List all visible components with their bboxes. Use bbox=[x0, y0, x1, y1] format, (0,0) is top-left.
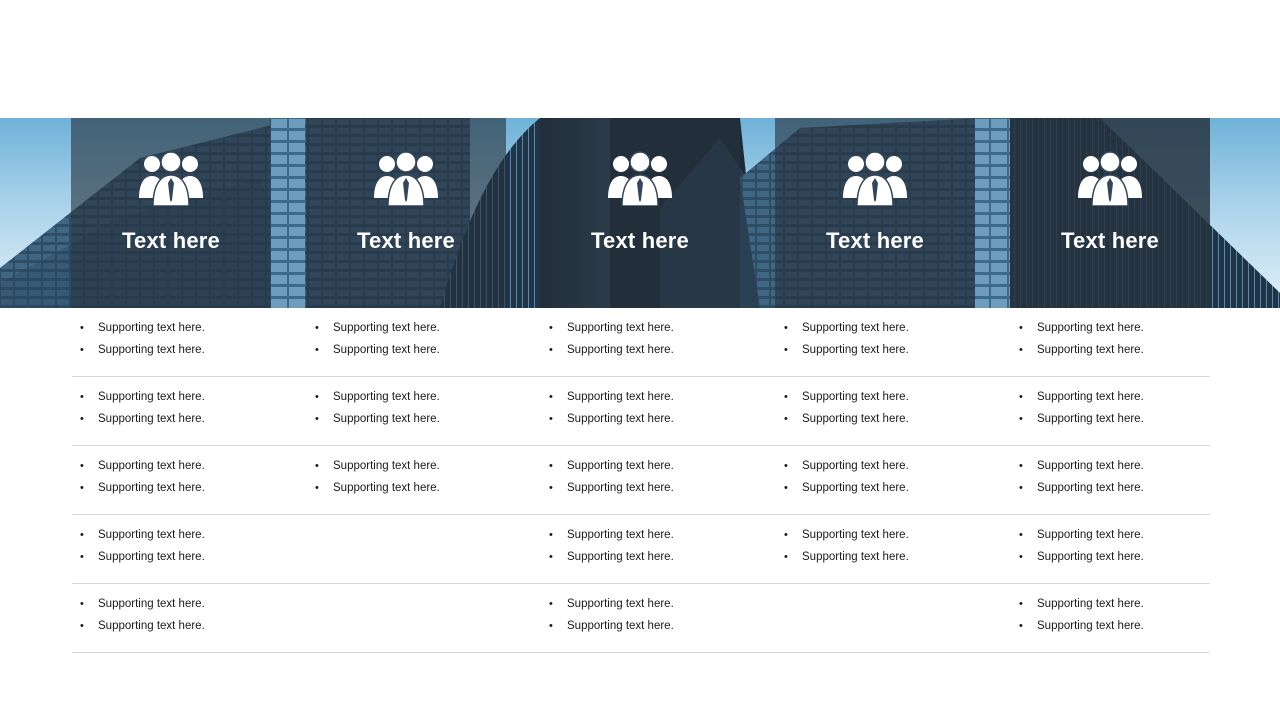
bullet-item: Supporting text here. bbox=[1011, 456, 1241, 478]
slide: Text here Text here Text here Text here … bbox=[0, 0, 1280, 720]
table-cell: Supporting text here.Supporting text her… bbox=[1011, 456, 1241, 499]
bullet-item: Supporting text here. bbox=[307, 318, 537, 340]
table-cell: Supporting text here.Supporting text her… bbox=[541, 318, 771, 361]
bullet-item: Supporting text here. bbox=[307, 409, 537, 431]
people-group-icon bbox=[843, 151, 907, 206]
table-cell: Supporting text here.Supporting text her… bbox=[541, 525, 771, 568]
people-group-icon bbox=[1078, 151, 1142, 206]
table-cell: Supporting text here.Supporting text her… bbox=[1011, 594, 1241, 637]
bullet-item: Supporting text here. bbox=[541, 478, 771, 500]
bullet-item: Supporting text here. bbox=[776, 318, 1006, 340]
bullet-item: Supporting text here. bbox=[1011, 318, 1241, 340]
table-cell: Supporting text here.Supporting text her… bbox=[1011, 525, 1241, 568]
bullet-item: Supporting text here. bbox=[72, 547, 302, 569]
table-cell: Supporting text here.Supporting text her… bbox=[1011, 318, 1241, 361]
bullet-item: Supporting text here. bbox=[541, 340, 771, 362]
people-group-icon bbox=[608, 151, 672, 206]
bullet-item: Supporting text here. bbox=[1011, 478, 1241, 500]
table-cell: Supporting text here.Supporting text her… bbox=[541, 594, 771, 637]
table-cell: Supporting text here.Supporting text her… bbox=[72, 318, 302, 361]
bullet-item: Supporting text here. bbox=[541, 409, 771, 431]
bullet-item: Supporting text here. bbox=[72, 387, 302, 409]
bullet-item: Supporting text here. bbox=[307, 340, 537, 362]
table-cell: Supporting text here.Supporting text her… bbox=[72, 456, 302, 499]
bullet-item: Supporting text here. bbox=[541, 547, 771, 569]
bullet-item: Supporting text here. bbox=[72, 409, 302, 431]
table-cell: Supporting text here.Supporting text her… bbox=[72, 525, 302, 568]
bullet-item: Supporting text here. bbox=[776, 478, 1006, 500]
bullet-item: Supporting text here. bbox=[776, 387, 1006, 409]
table-cell: Supporting text here.Supporting text her… bbox=[541, 456, 771, 499]
table-row: Supporting text here.Supporting text her… bbox=[72, 446, 1210, 515]
column-title: Text here bbox=[122, 228, 220, 253]
table-cell: Supporting text here.Supporting text her… bbox=[307, 387, 537, 430]
table-row: Supporting text here.Supporting text her… bbox=[72, 515, 1210, 584]
bullet-item: Supporting text here. bbox=[1011, 594, 1241, 616]
table-cell: Supporting text here.Supporting text her… bbox=[776, 387, 1006, 430]
table-row: Supporting text here.Supporting text her… bbox=[72, 584, 1210, 653]
people-group-icon bbox=[374, 151, 438, 206]
bullet-item: Supporting text here. bbox=[72, 478, 302, 500]
bullet-item: Supporting text here. bbox=[776, 456, 1006, 478]
bullet-item: Supporting text here. bbox=[541, 525, 771, 547]
people-group-icon bbox=[139, 151, 203, 206]
bullet-item: Supporting text here. bbox=[541, 387, 771, 409]
column-header-3: Text here bbox=[540, 118, 740, 308]
bullet-item: Supporting text here. bbox=[1011, 616, 1241, 638]
table-cell: Supporting text here.Supporting text her… bbox=[72, 594, 302, 637]
bullet-item: Supporting text here. bbox=[1011, 387, 1241, 409]
table-cell: Supporting text here.Supporting text her… bbox=[307, 318, 537, 361]
bullet-item: Supporting text here. bbox=[72, 456, 302, 478]
table-cell: Supporting text here.Supporting text her… bbox=[72, 387, 302, 430]
bullet-item: Supporting text here. bbox=[72, 525, 302, 547]
bullet-item: Supporting text here. bbox=[72, 318, 302, 340]
column-title: Text here bbox=[1061, 228, 1159, 253]
bullet-item: Supporting text here. bbox=[307, 456, 537, 478]
bullet-item: Supporting text here. bbox=[776, 525, 1006, 547]
bullet-item: Supporting text here. bbox=[776, 409, 1006, 431]
table-cell: Supporting text here.Supporting text her… bbox=[776, 318, 1006, 361]
table-row: Supporting text here.Supporting text her… bbox=[72, 377, 1210, 446]
supporting-text-table: Supporting text here.Supporting text her… bbox=[72, 308, 1210, 653]
bullet-item: Supporting text here. bbox=[1011, 340, 1241, 362]
bullet-item: Supporting text here. bbox=[541, 456, 771, 478]
bullet-item: Supporting text here. bbox=[1011, 409, 1241, 431]
bullet-item: Supporting text here. bbox=[776, 340, 1006, 362]
table-cell: Supporting text here.Supporting text her… bbox=[541, 387, 771, 430]
bullet-item: Supporting text here. bbox=[1011, 525, 1241, 547]
header-banner: Text here Text here Text here Text here … bbox=[0, 118, 1280, 308]
bullet-item: Supporting text here. bbox=[72, 340, 302, 362]
bullet-item: Supporting text here. bbox=[72, 616, 302, 638]
column-header-1: Text here bbox=[71, 118, 271, 308]
column-title: Text here bbox=[357, 228, 455, 253]
table-cell: Supporting text here.Supporting text her… bbox=[776, 525, 1006, 568]
bullet-item: Supporting text here. bbox=[72, 594, 302, 616]
bullet-item: Supporting text here. bbox=[1011, 547, 1241, 569]
table-cell: Supporting text here.Supporting text her… bbox=[307, 456, 537, 499]
bullet-item: Supporting text here. bbox=[541, 594, 771, 616]
column-header-4: Text here bbox=[775, 118, 975, 308]
column-header-5: Text here bbox=[1010, 118, 1210, 308]
bullet-item: Supporting text here. bbox=[541, 318, 771, 340]
bullet-item: Supporting text here. bbox=[307, 387, 537, 409]
table-cell: Supporting text here.Supporting text her… bbox=[1011, 387, 1241, 430]
table-row: Supporting text here.Supporting text her… bbox=[72, 308, 1210, 377]
bullet-item: Supporting text here. bbox=[307, 478, 537, 500]
bullet-item: Supporting text here. bbox=[776, 547, 1006, 569]
column-title: Text here bbox=[826, 228, 924, 253]
column-title: Text here bbox=[591, 228, 689, 253]
column-header-2: Text here bbox=[306, 118, 506, 308]
bullet-item: Supporting text here. bbox=[541, 616, 771, 638]
table-cell: Supporting text here.Supporting text her… bbox=[776, 456, 1006, 499]
